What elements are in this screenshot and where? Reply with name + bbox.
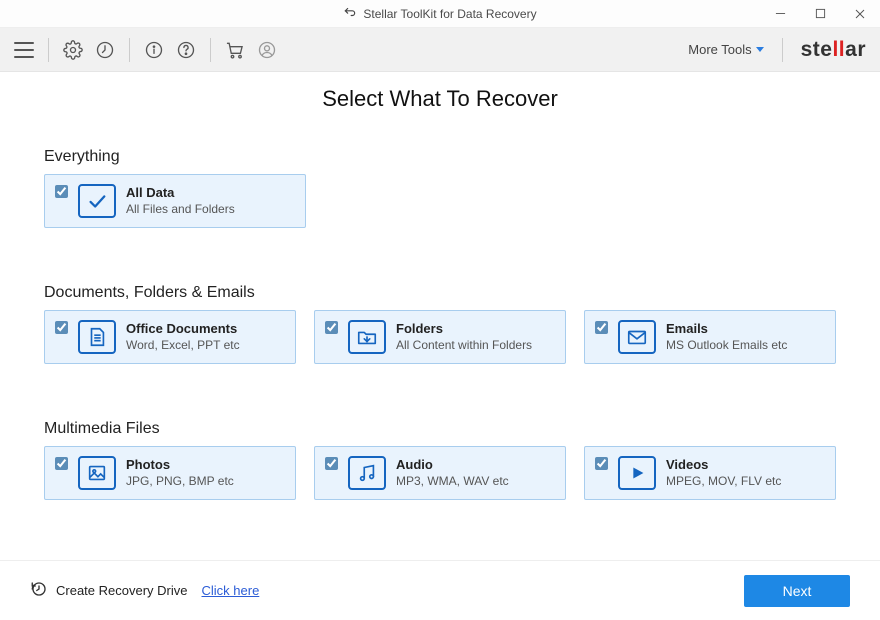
- history-icon[interactable]: [95, 40, 115, 60]
- menu-icon[interactable]: [14, 40, 34, 60]
- footer: Create Recovery Drive Click here Next: [0, 560, 880, 620]
- card-title: Videos: [666, 457, 781, 473]
- card-title: Audio: [396, 457, 509, 473]
- checkbox-all-data[interactable]: [55, 185, 68, 198]
- audio-icon: [348, 456, 386, 490]
- card-subtitle: MS Outlook Emails etc: [666, 338, 787, 353]
- user-icon[interactable]: [257, 40, 277, 60]
- checkbox-photos[interactable]: [55, 457, 68, 470]
- card-subtitle: Word, Excel, PPT etc: [126, 338, 240, 353]
- card-emails[interactable]: Emails MS Outlook Emails etc: [584, 310, 836, 364]
- card-subtitle: All Files and Folders: [126, 202, 235, 217]
- recovery-drive-icon: [30, 580, 48, 601]
- checkbox-emails[interactable]: [595, 321, 608, 334]
- page-title: Select What To Recover: [44, 86, 836, 112]
- video-icon: [618, 456, 656, 490]
- card-all-data[interactable]: All Data All Files and Folders: [44, 174, 306, 228]
- more-tools-dropdown[interactable]: More Tools: [688, 42, 763, 57]
- separator: [129, 38, 130, 62]
- card-title: Folders: [396, 321, 532, 337]
- recovery-drive-label: Create Recovery Drive: [56, 583, 188, 598]
- document-icon: [78, 320, 116, 354]
- toolbar: More Tools stellar: [0, 28, 880, 72]
- separator: [782, 38, 783, 62]
- card-title: All Data: [126, 185, 235, 201]
- minimize-button[interactable]: [760, 0, 800, 28]
- card-title: Emails: [666, 321, 787, 337]
- card-subtitle: MPEG, MOV, FLV etc: [666, 474, 781, 489]
- info-icon[interactable]: [144, 40, 164, 60]
- recovery-drive-link[interactable]: Click here: [202, 583, 260, 598]
- main-content: Select What To Recover Everything All Da…: [0, 72, 880, 560]
- card-audio[interactable]: Audio MP3, WMA, WAV etc: [314, 446, 566, 500]
- checkbox-office-documents[interactable]: [55, 321, 68, 334]
- card-videos[interactable]: Videos MPEG, MOV, FLV etc: [584, 446, 836, 500]
- card-subtitle: JPG, PNG, BMP etc: [126, 474, 234, 489]
- titlebar: Stellar ToolKit for Data Recovery: [0, 0, 880, 28]
- checkbox-audio[interactable]: [325, 457, 338, 470]
- section-everything-label: Everything: [44, 148, 836, 166]
- card-photos[interactable]: Photos JPG, PNG, BMP etc: [44, 446, 296, 500]
- close-button[interactable]: [840, 0, 880, 28]
- cart-icon[interactable]: [225, 40, 245, 60]
- checkbox-folders[interactable]: [325, 321, 338, 334]
- card-office-documents[interactable]: Office Documents Word, Excel, PPT etc: [44, 310, 296, 364]
- card-title: Photos: [126, 457, 234, 473]
- card-subtitle: MP3, WMA, WAV etc: [396, 474, 509, 489]
- maximize-button[interactable]: [800, 0, 840, 28]
- section-multimedia-label: Multimedia Files: [44, 420, 836, 438]
- gear-icon[interactable]: [63, 40, 83, 60]
- more-tools-label: More Tools: [688, 42, 751, 57]
- email-icon: [618, 320, 656, 354]
- help-icon[interactable]: [176, 40, 196, 60]
- brand-logo: stellar: [801, 38, 870, 62]
- folder-icon: [348, 320, 386, 354]
- check-icon: [78, 184, 116, 218]
- section-documents-label: Documents, Folders & Emails: [44, 284, 836, 302]
- next-button[interactable]: Next: [744, 575, 850, 607]
- chevron-down-icon: [756, 47, 764, 52]
- back-icon: [343, 5, 357, 22]
- card-subtitle: All Content within Folders: [396, 338, 532, 353]
- separator: [210, 38, 211, 62]
- checkbox-videos[interactable]: [595, 457, 608, 470]
- photo-icon: [78, 456, 116, 490]
- separator: [48, 38, 49, 62]
- card-title: Office Documents: [126, 321, 240, 337]
- card-folders[interactable]: Folders All Content within Folders: [314, 310, 566, 364]
- app-title: Stellar ToolKit for Data Recovery: [363, 7, 536, 21]
